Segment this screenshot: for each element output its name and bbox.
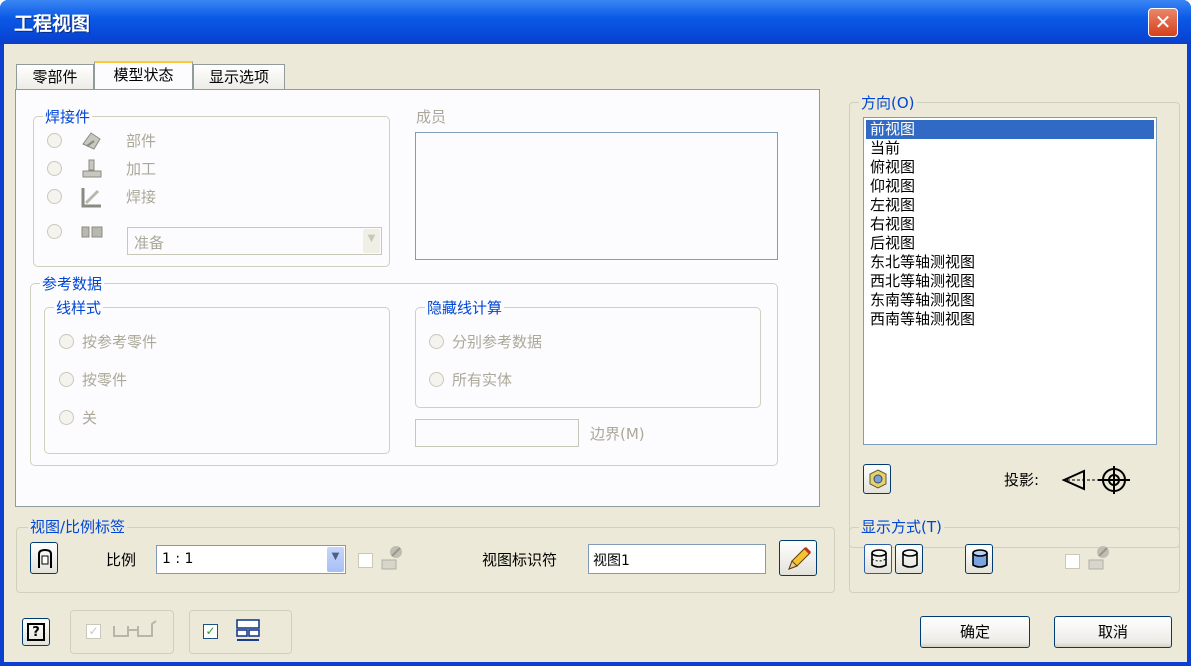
assembly-icon [80, 130, 104, 152]
chevron-down-icon: ▼ [363, 229, 380, 253]
line-style-title: 线样式 [54, 297, 104, 318]
welds-icon [80, 186, 104, 208]
scale-label-icon [378, 544, 408, 572]
window-title: 工程视图 [14, 13, 91, 35]
tab-model-state[interactable]: 模型状态 [94, 61, 193, 90]
line-style-option-reference: 按参考零件 [82, 333, 158, 351]
edit-label-button[interactable] [779, 540, 817, 576]
hidden-line-button[interactable] [864, 544, 892, 574]
preparation-select[interactable]: 准备 ▼ [127, 227, 382, 255]
radio-welds[interactable] [47, 189, 62, 204]
display-style-title: 显示方式(T) [859, 516, 944, 537]
orientation-item[interactable]: 右视图 [864, 215, 1156, 234]
line-style-option-off: 关 [82, 409, 98, 427]
identifier-input[interactable]: 视图1 [588, 544, 766, 574]
scale-value: 1 : 1 [162, 551, 194, 567]
weld-option-assembly: 部件 [126, 132, 157, 150]
orientation-item[interactable]: 后视图 [864, 234, 1156, 253]
hidden-line-title: 隐藏线计算 [425, 297, 505, 318]
projection-icon[interactable] [1061, 464, 1142, 496]
raster-checkbox[interactable] [1065, 554, 1080, 569]
preview-checkbox[interactable]: ✓ [86, 624, 101, 639]
edit-pencil-icon [786, 546, 812, 576]
hidden-line-removed-icon [899, 548, 921, 574]
members-title: 成员 [416, 108, 447, 126]
machining-icon [80, 158, 104, 180]
shaded-icon [969, 548, 991, 574]
radio-machining[interactable] [47, 161, 62, 176]
label-toggle-button[interactable] [30, 542, 58, 574]
scale-combo[interactable]: 1 : 1 ▼ [156, 545, 346, 574]
label-visibility-icon [35, 548, 55, 574]
layout-checkbox[interactable]: ✓ [203, 624, 218, 639]
hidden-line-icon [868, 548, 890, 574]
shaded-button[interactable] [965, 544, 993, 574]
camera-view-icon [868, 469, 888, 493]
identifier-value: 视图1 [593, 553, 630, 569]
preparation-value: 准备 [134, 234, 165, 252]
close-icon: ✕ [1154, 10, 1172, 34]
hidden-line-group [415, 307, 761, 408]
orientation-item[interactable]: 西南等轴测视图 [864, 310, 1156, 329]
cancel-button[interactable]: 取消 [1054, 616, 1172, 648]
radio-separate-reference[interactable] [429, 334, 444, 349]
orientation-item[interactable]: 西北等轴测视图 [864, 272, 1156, 291]
scale-label-checkbox[interactable] [358, 553, 373, 568]
orientation-list[interactable]: 前视图 当前 俯视图 仰视图 左视图 右视图 后视图 东北等轴测视图 西北等轴测… [863, 117, 1157, 445]
ok-button[interactable]: 确定 [920, 616, 1030, 648]
projection-label: 投影: [1004, 471, 1040, 489]
close-button[interactable]: ✕ [1148, 8, 1178, 37]
raster-icon [1085, 544, 1115, 572]
title-bar: 工程视图 ✕ [0, 0, 1191, 44]
radio-assembly[interactable] [47, 133, 62, 148]
orientation-item[interactable]: 当前 [864, 139, 1156, 158]
custom-view-button[interactable] [863, 464, 891, 494]
tab-panel: 焊接件 部件 加工 焊接 准备 ▼ 成员 参考数据 线样式 按参考零件 按零件 … [15, 89, 820, 507]
layout-icon [234, 618, 262, 644]
help-icon: ? [27, 623, 45, 641]
orientation-item[interactable]: 东南等轴测视图 [864, 291, 1156, 310]
hidden-line-removed-button[interactable] [895, 544, 923, 574]
weld-option-welds: 焊接 [126, 188, 157, 206]
orientation-item[interactable]: 前视图 [866, 120, 1154, 139]
radio-by-reference-part[interactable] [59, 334, 74, 349]
orientation-item[interactable]: 左视图 [864, 196, 1156, 215]
line-style-option-part: 按零件 [82, 371, 128, 389]
reference-data-title: 参考数据 [40, 273, 105, 294]
tab-components[interactable]: 零部件 [16, 64, 94, 90]
radio-by-part[interactable] [59, 372, 74, 387]
identifier-label: 视图标识符 [482, 551, 558, 569]
dialog-client: 零部件 模型状态 显示选项 焊接件 部件 加工 焊接 准备 ▼ 成员 参考数据 … [4, 44, 1187, 662]
radio-off[interactable] [59, 410, 74, 425]
boundary-input[interactable] [415, 419, 579, 447]
orientation-title: 方向(O) [859, 92, 917, 113]
glasses-icon [110, 618, 158, 642]
members-list[interactable] [415, 132, 778, 260]
boundary-label: 边界(M) [590, 425, 645, 443]
orientation-item[interactable]: 东北等轴测视图 [864, 253, 1156, 272]
radio-all-bodies[interactable] [429, 372, 444, 387]
tab-display-options[interactable]: 显示选项 [193, 64, 285, 90]
view-label-title: 视图/比例标签 [28, 516, 128, 537]
dialog-window: 工程视图 ✕ 零部件 模型状态 显示选项 焊接件 部件 加工 焊接 准备 ▼ 成… [0, 0, 1191, 666]
orientation-item[interactable]: 俯视图 [864, 158, 1156, 177]
orientation-item[interactable]: 仰视图 [864, 177, 1156, 196]
hidden-line-option-separate: 分别参考数据 [452, 333, 543, 351]
chevron-down-icon: ▼ [327, 547, 344, 572]
scale-label: 比例 [106, 551, 137, 569]
preparation-icon [80, 223, 104, 239]
radio-preparation[interactable] [47, 224, 62, 239]
weldment-title: 焊接件 [43, 106, 93, 127]
hidden-line-option-all: 所有实体 [452, 371, 513, 389]
help-button[interactable]: ? [22, 618, 50, 646]
weld-option-machining: 加工 [126, 160, 157, 178]
